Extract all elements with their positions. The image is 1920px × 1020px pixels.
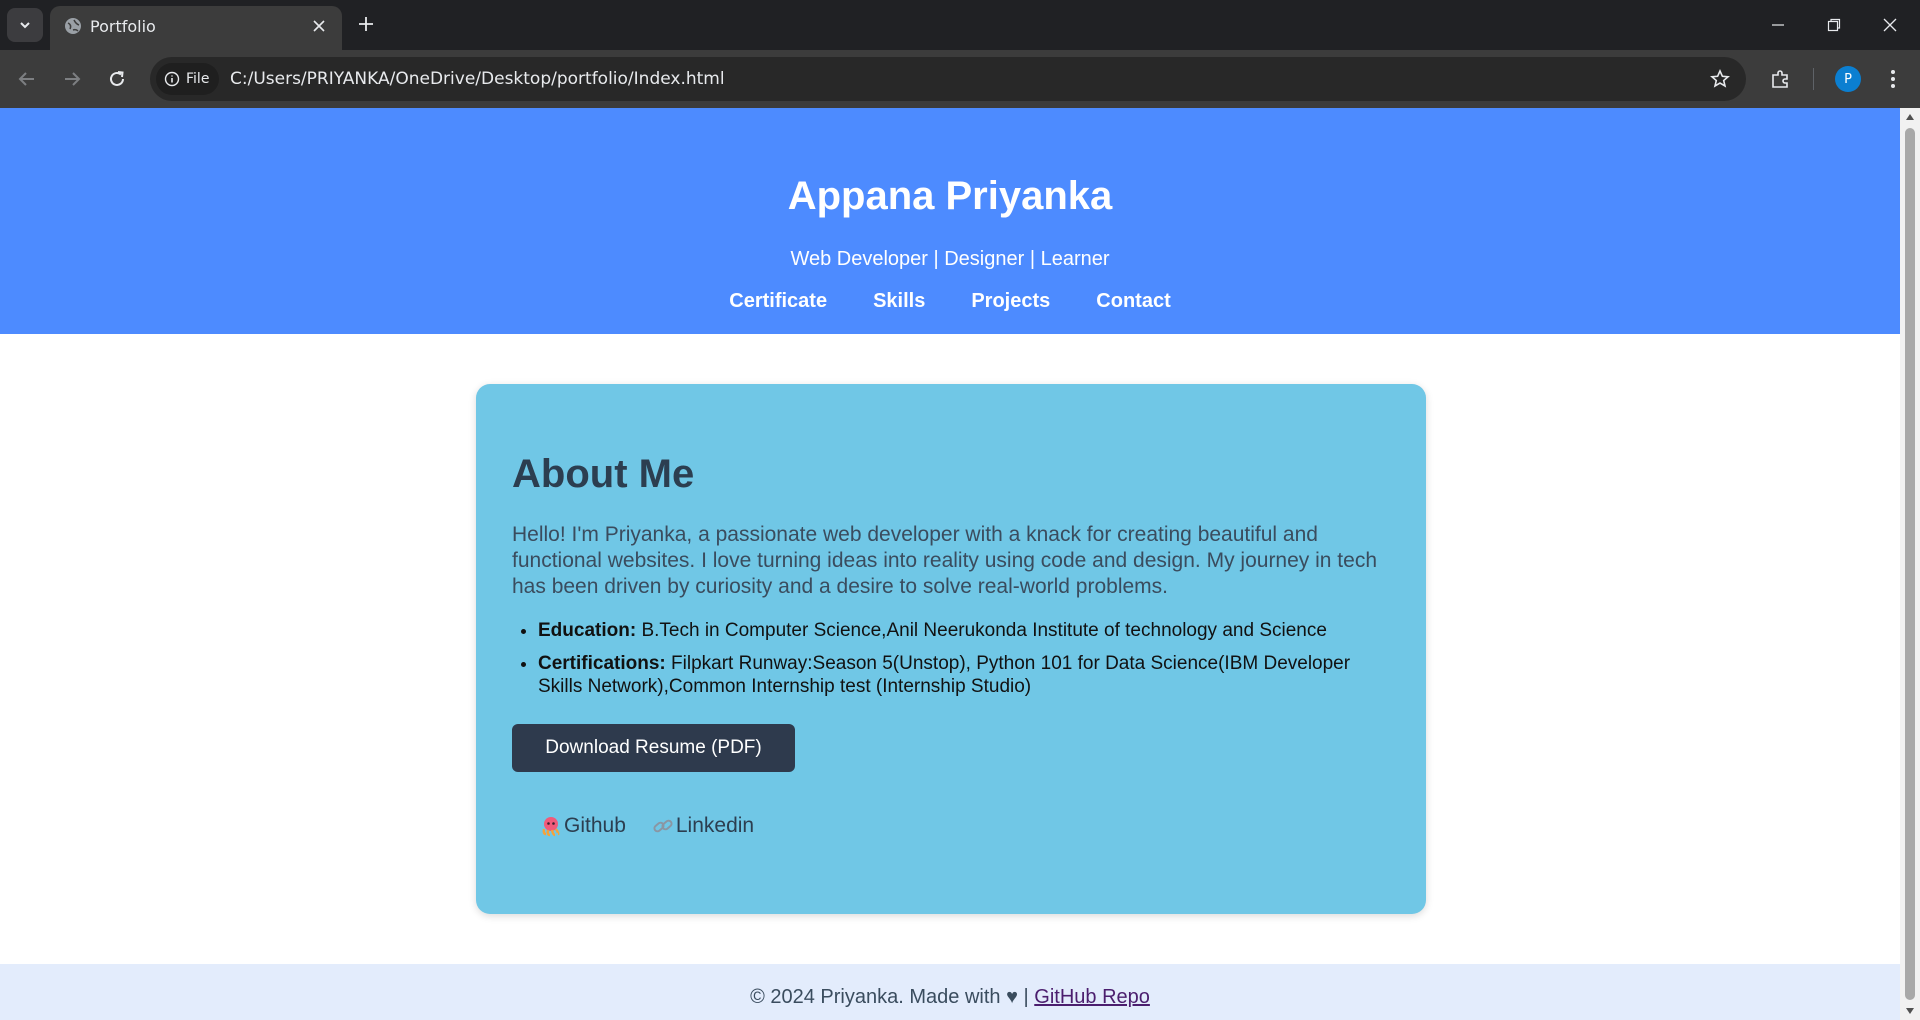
scroll-down-arrow-icon[interactable]	[1905, 1006, 1915, 1016]
about-facts-list: Education: B.Tech in Computer Science,An…	[538, 619, 1398, 708]
site-name: Appana Priyanka	[787, 174, 1113, 218]
chevron-down-icon	[20, 22, 30, 29]
url-text[interactable]: C:/Users/PRIYANKA/OneDrive/Desktop/portf…	[230, 69, 725, 89]
more-menu-icon[interactable]	[1880, 64, 1906, 94]
back-button[interactable]	[10, 62, 44, 96]
close-icon	[1883, 18, 1897, 32]
arrow-right-icon	[65, 72, 81, 86]
tagline: Web Developer | Designer | Learner	[790, 248, 1110, 270]
about-heading: About Me	[512, 452, 695, 496]
site-info-chip[interactable]: File	[156, 63, 220, 95]
site-footer: © 2024 Priyanka. Made with ♥ | GitHub Re…	[0, 964, 1900, 1020]
scroll-up-arrow-icon[interactable]	[1905, 112, 1915, 122]
minimize-icon	[1772, 24, 1784, 26]
about-card: About Me Hello! I'm Priyanka, a passiona…	[476, 384, 1426, 914]
about-intro: Hello! I'm Priyanka, a passionate web de…	[512, 523, 1377, 598]
site-header: Appana Priyanka Web Developer | Designer…	[0, 108, 1900, 334]
download-resume-button[interactable]: Download Resume (PDF)	[512, 724, 795, 772]
minimize-button[interactable]	[1750, 0, 1806, 50]
nav-link-certificate[interactable]: Certificate	[729, 290, 827, 313]
education-value: B.Tech in Computer Science,Anil Neerukon…	[641, 620, 1327, 641]
browser-tab-strip: Portfolio	[0, 0, 1920, 50]
toolbar-divider	[1813, 68, 1814, 90]
education-item: Education: B.Tech in Computer Science,An…	[538, 619, 1398, 642]
certifications-item: Certifications: Filpkart Runway:Season 5…	[538, 652, 1398, 698]
certifications-label: Certifications:	[538, 653, 666, 674]
browser-tab[interactable]: Portfolio	[50, 6, 342, 50]
tab-search-button[interactable]	[7, 8, 43, 42]
social-links: Github Linkedin	[540, 814, 754, 838]
restore-button[interactable]	[1806, 0, 1862, 50]
footer-text: © 2024 Priyanka. Made with ♥ |	[750, 986, 1029, 1008]
close-tab-icon[interactable]	[308, 15, 330, 37]
arrow-left-icon	[18, 72, 34, 86]
nav-link-projects[interactable]: Projects	[971, 290, 1050, 313]
plus-icon	[359, 17, 373, 31]
site-info-label: File	[186, 71, 210, 87]
globe-icon	[65, 18, 81, 34]
linkedin-link-label: Linkedin	[675, 814, 755, 837]
reload-icon	[110, 71, 124, 86]
nav-link-contact[interactable]: Contact	[1096, 290, 1170, 313]
address-bar[interactable]: File C:/Users/PRIYANKA/OneDrive/Desktop/…	[150, 57, 1746, 101]
linkedin-link[interactable]: Linkedin	[652, 814, 754, 838]
site-nav: Certificate Skills Projects Contact	[0, 290, 1900, 313]
bookmark-star-icon[interactable]	[1708, 67, 1732, 91]
extensions-puzzle-icon[interactable]	[1766, 64, 1796, 94]
restore-icon	[1827, 18, 1841, 32]
github-link-label: Github	[564, 814, 626, 837]
education-label: Education:	[538, 620, 637, 641]
octopus-icon	[542, 817, 560, 837]
scrollbar-thumb[interactable]	[1905, 128, 1915, 1000]
reload-button[interactable]	[100, 62, 134, 96]
tab-title: Portfolio	[90, 17, 156, 36]
nav-link-skills[interactable]: Skills	[873, 290, 925, 313]
info-icon	[164, 71, 180, 87]
close-window-button[interactable]	[1862, 0, 1918, 50]
profile-avatar[interactable]: P	[1835, 66, 1861, 92]
vertical-scrollbar[interactable]	[1900, 108, 1920, 1020]
github-link[interactable]: Github	[540, 814, 626, 838]
github-repo-link[interactable]: GitHub Repo	[1034, 986, 1150, 1008]
page-viewport: Appana Priyanka Web Developer | Designer…	[0, 108, 1900, 1020]
link-chain-icon	[653, 819, 673, 833]
browser-toolbar: File C:/Users/PRIYANKA/OneDrive/Desktop/…	[0, 50, 1920, 108]
forward-button[interactable]	[55, 62, 89, 96]
new-tab-button[interactable]	[352, 10, 380, 38]
